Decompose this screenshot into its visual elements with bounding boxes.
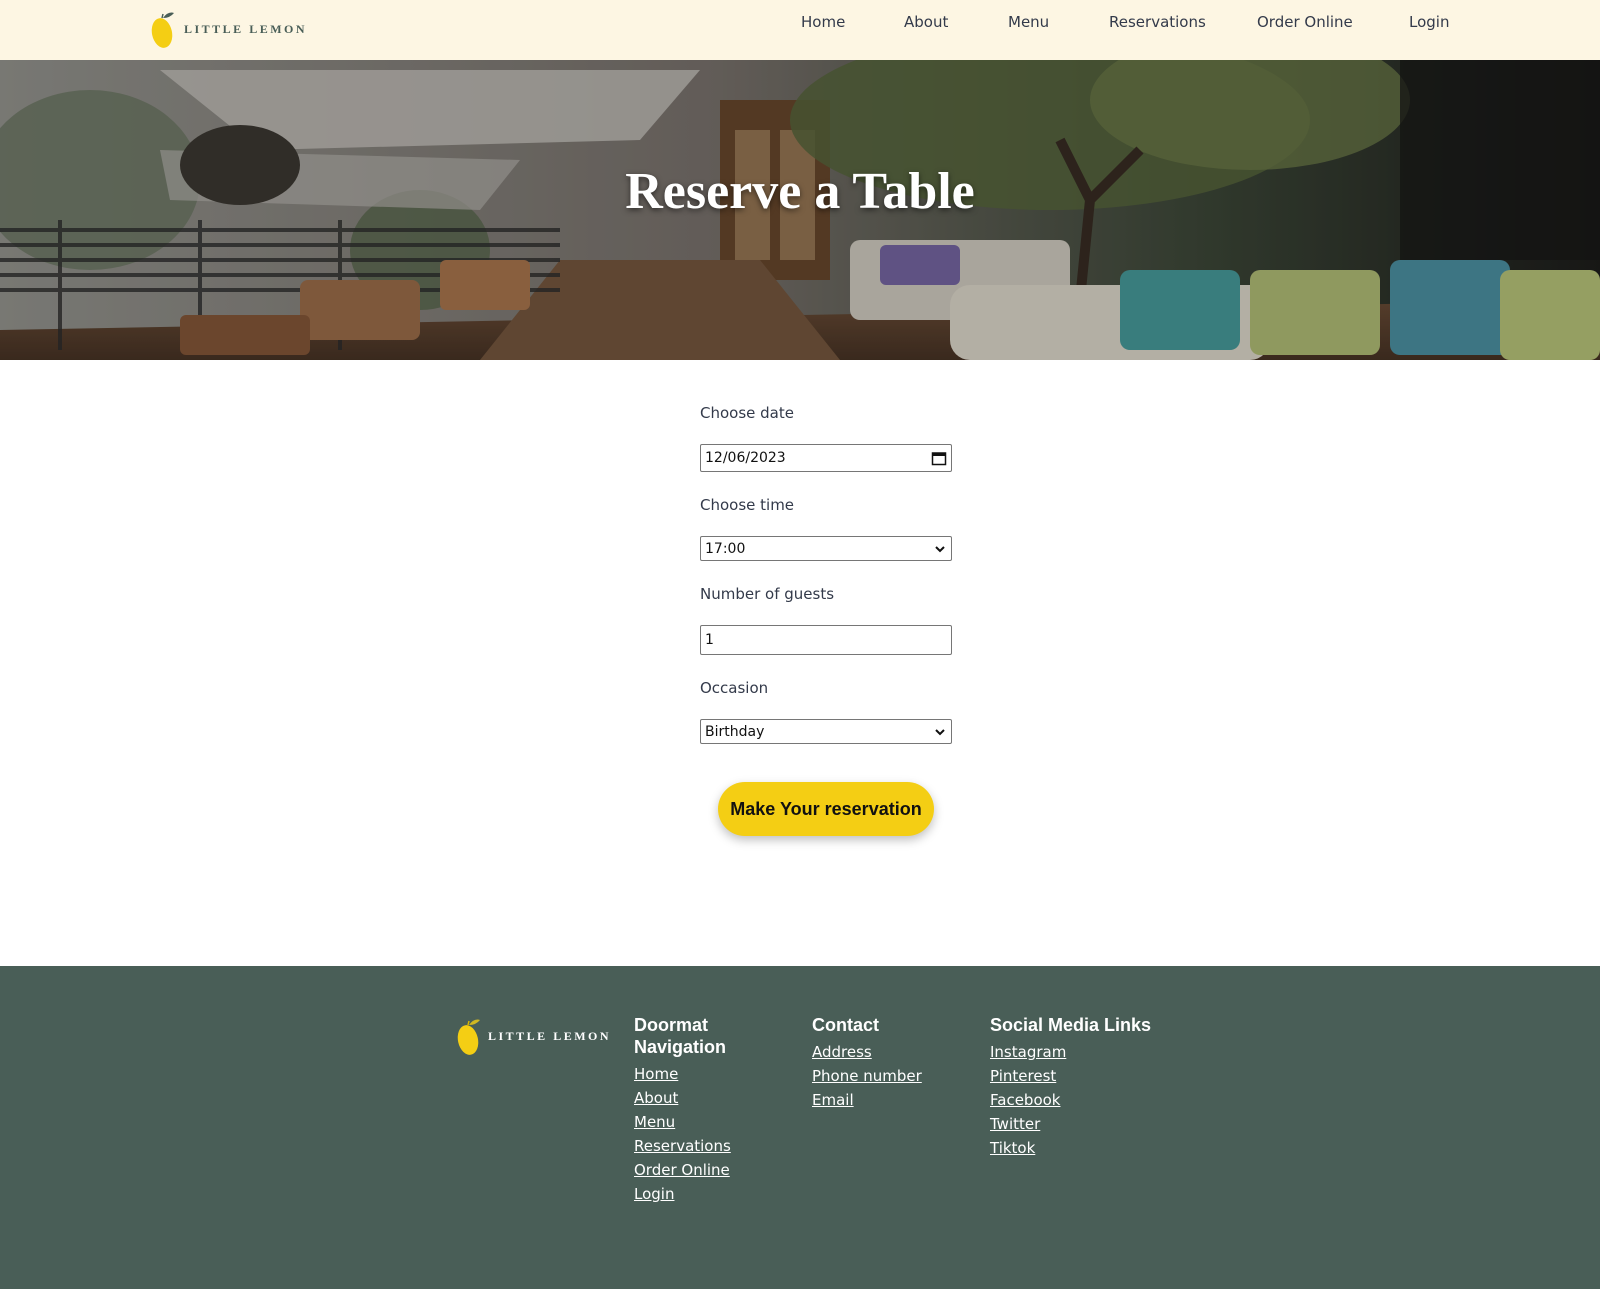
chevron-down-icon xyxy=(935,545,945,552)
date-input[interactable]: 12/06/2023 xyxy=(700,444,952,472)
hero-banner: Reserve a Table xyxy=(0,60,1600,360)
footer-link-instagram[interactable]: Instagram xyxy=(990,1040,1160,1064)
time-select[interactable]: 17:00 xyxy=(700,536,952,561)
footer-link-login[interactable]: Login xyxy=(634,1182,804,1206)
footer-link-menu[interactable]: Menu xyxy=(634,1110,804,1134)
time-label: Choose time xyxy=(700,496,795,514)
lemon-logo-icon xyxy=(457,1019,480,1055)
footer-social: Social Media Links Instagram Pinterest F… xyxy=(990,1014,1160,1160)
footer-link-home[interactable]: Home xyxy=(634,1062,804,1086)
date-value: 12/06/2023 xyxy=(705,450,786,466)
site-header: LITTLE LEMON Home About Menu Reservation… xyxy=(0,0,1600,60)
footer-brand-name: LITTLE LEMON xyxy=(488,1028,612,1043)
occasion-label: Occasion xyxy=(700,679,769,697)
contact-heading: Contact xyxy=(812,1015,879,1035)
footer-link-about[interactable]: About xyxy=(634,1086,804,1110)
calendar-icon[interactable] xyxy=(931,450,947,466)
footer-link-twitter[interactable]: Twitter xyxy=(990,1112,1160,1136)
page-title: Reserve a Table xyxy=(625,163,975,220)
footer-link-pinterest[interactable]: Pinterest xyxy=(990,1064,1160,1088)
occasion-value: Birthday xyxy=(705,723,765,740)
make-reservation-button[interactable]: Make Your reservation xyxy=(718,782,934,836)
footer-link-order-online[interactable]: Order Online xyxy=(634,1158,804,1182)
guests-label: Number of guests xyxy=(700,585,835,603)
main-nav: Home About Menu Reservations Order Onlin… xyxy=(0,13,1600,37)
occasion-select[interactable]: Birthday xyxy=(700,719,952,744)
footer-link-facebook[interactable]: Facebook xyxy=(990,1088,1160,1112)
date-label: Choose date xyxy=(700,404,794,422)
site-footer: LITTLE LEMON Doormat Navigation Home Abo… xyxy=(0,966,1600,1289)
nav-menu[interactable]: Menu xyxy=(1008,13,1049,31)
time-value: 17:00 xyxy=(705,540,746,557)
footer-logo[interactable]: LITTLE LEMON xyxy=(456,1016,611,1056)
nav-home[interactable]: Home xyxy=(801,13,845,31)
chevron-down-icon xyxy=(935,728,945,735)
nav-login[interactable]: Login xyxy=(1409,13,1449,31)
footer-link-address[interactable]: Address xyxy=(812,1040,982,1064)
nav-reservations[interactable]: Reservations xyxy=(1109,13,1206,31)
doormat-heading: Doormat Navigation xyxy=(634,1015,727,1057)
footer-link-tiktok[interactable]: Tiktok xyxy=(990,1136,1160,1160)
nav-about[interactable]: About xyxy=(904,13,948,31)
nav-order-online[interactable]: Order Online xyxy=(1257,13,1353,31)
footer-link-phone[interactable]: Phone number xyxy=(812,1064,982,1088)
guests-input[interactable]: 1 xyxy=(700,625,952,655)
footer-link-reservations[interactable]: Reservations xyxy=(634,1134,804,1158)
footer-doormat-nav: Doormat Navigation Home About Menu Reser… xyxy=(634,1014,804,1206)
social-heading: Social Media Links xyxy=(990,1015,1152,1035)
guests-value: 1 xyxy=(705,632,714,648)
footer-contact: Contact Address Phone number Email xyxy=(812,1014,982,1112)
footer-link-email[interactable]: Email xyxy=(812,1088,982,1112)
